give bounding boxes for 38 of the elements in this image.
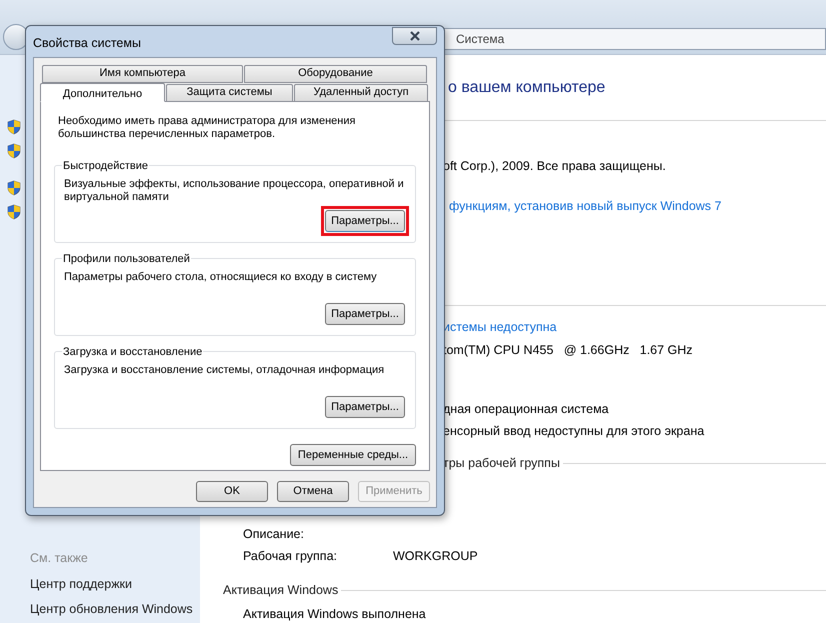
field-label: Рабочая группа:	[243, 548, 338, 565]
tab[interactable]: Оборудование	[244, 65, 427, 83]
group-title: Загрузка и восстановление	[62, 344, 204, 360]
info-text: енсорный ввод недоступны для этого экрана	[443, 422, 704, 440]
close-icon	[408, 31, 420, 41]
page-title: о вашем компьютере	[448, 78, 606, 98]
group-description: Параметры рабочего стола, относящиеся ко входу в систему	[64, 271, 378, 284]
group-description: Визуальные эффекты, использование процессора, оперативной и виртуальной памяти	[64, 178, 405, 204]
settings-button[interactable]: Параметры...	[325, 396, 405, 418]
tab[interactable]: Удаленный доступ	[294, 84, 428, 102]
shield-icon	[6, 204, 22, 220]
dialog-button[interactable]: OK	[196, 481, 268, 502]
sidebar-link[interactable]: Центр обновления Windows	[30, 600, 200, 619]
tab[interactable]: Защита системы	[166, 84, 293, 102]
shield-icon	[6, 143, 22, 159]
group-title: Профили пользователей	[62, 251, 191, 268]
dialog-button[interactable]: Отмена	[277, 481, 349, 502]
close-button[interactable]	[392, 27, 437, 45]
settings-button[interactable]: Параметры...	[325, 303, 405, 325]
tab[interactable]: Дополнительно	[40, 83, 165, 102]
shield-icon	[6, 119, 22, 135]
field-value: WORKGROUP	[393, 548, 478, 565]
section-heading: Активация Windows	[223, 582, 338, 599]
address-text: Система	[456, 31, 504, 48]
info-text: Активация Windows выполнена	[243, 606, 426, 623]
section-heading: тры рабочей группы	[443, 454, 560, 472]
group-title: Быстродействие	[62, 158, 149, 174]
notice-text: Необходимо иметь права администратора для изменения большинства перечисленных параметров.	[58, 115, 356, 141]
tab[interactable]: Имя компьютера	[42, 65, 243, 83]
settings-button[interactable]: Параметры...	[325, 210, 405, 232]
window-title: Свойства системы	[33, 35, 141, 52]
link[interactable]: функциям, установив новый выпуск Windows 7	[449, 196, 722, 216]
group-description: Загрузка и восстановление системы, отладочная информация	[64, 364, 386, 377]
section-heading: См. также	[30, 550, 89, 567]
field-label: Описание:	[243, 526, 305, 543]
environment-variables-button[interactable]: Переменные среды...	[290, 444, 416, 466]
sidebar-link[interactable]: Центр поддержки	[30, 574, 200, 594]
shield-icon	[6, 180, 22, 196]
